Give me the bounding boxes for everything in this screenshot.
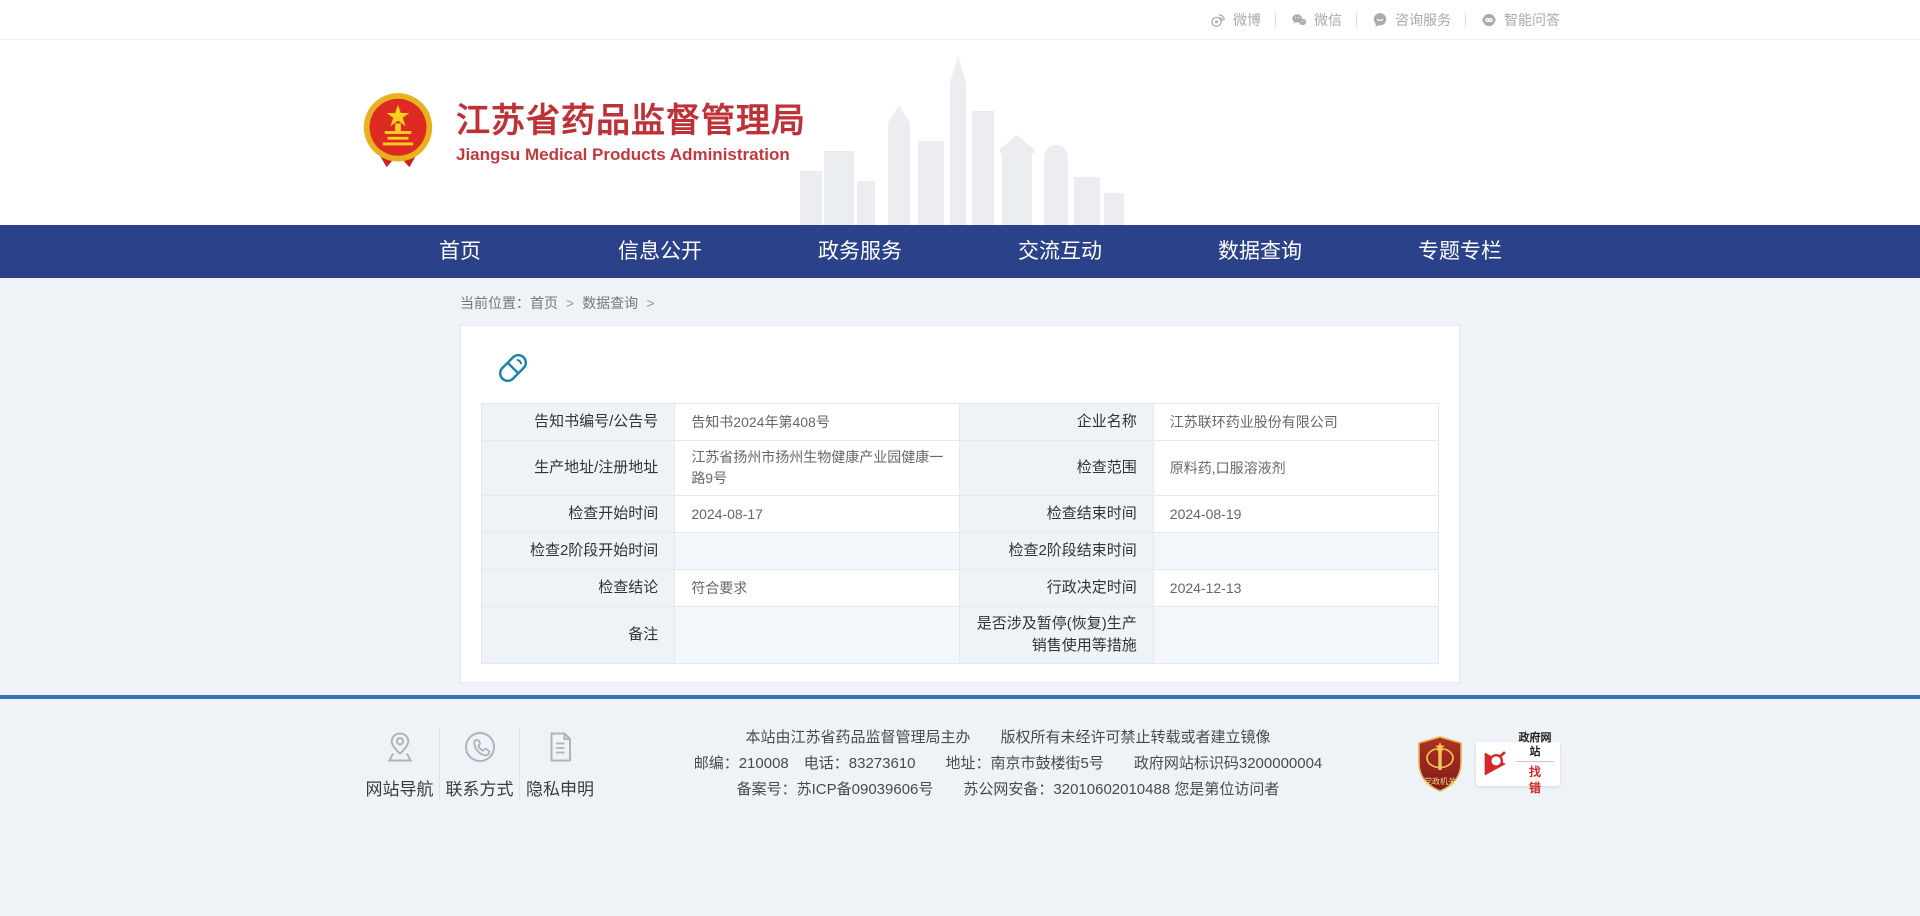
topbar-item-wechat[interactable]: 微信 (1290, 10, 1342, 30)
site-error-badge-top: 政府网站 (1516, 731, 1554, 762)
footer-info-line: 备案号：苏ICP备09039606号 苏公网安备：32010602010488 … (630, 777, 1386, 803)
table-row: 检查结论符合要求行政决定时间2024-12-13 (482, 570, 1439, 607)
magnifier-flag-icon (1482, 749, 1512, 779)
record-value: 江苏省扬州市扬州生物健康产业园健康一路9号 (675, 441, 960, 496)
record-value: 2024-12-13 (1153, 570, 1438, 607)
breadcrumb-prefix: 当前位置： (460, 295, 530, 311)
record-label: 是否涉及暂停(恢复)生产销售使用等措施 (960, 607, 1153, 664)
topbar-separator (1356, 13, 1357, 27)
footer-info-line: 邮编：210008 电话：83273610 地址：南京市鼓楼街5号 政府网站标识… (630, 751, 1386, 777)
topbar-item-label: 咨询服务 (1395, 10, 1451, 30)
record-value: 告知书2024年第408号 (675, 404, 960, 441)
site-error-report-badge[interactable]: 政府网站 找错 (1476, 742, 1560, 786)
nav-item-专题专栏[interactable]: 专题专栏 (1360, 225, 1560, 278)
main-content: 当前位置：首页 > 数据查询 > 告知书编号/公告号告知书2024年第408号企业名称… (0, 278, 1920, 683)
record-value: 江苏联环药业股份有限公司 (1153, 404, 1438, 441)
topbar-separator (1275, 13, 1276, 27)
table-row: 检查开始时间2024-08-17检查结束时间2024-08-19 (482, 496, 1439, 533)
topbar-item-robot[interactable]: 智能问答 (1480, 10, 1560, 30)
nav-item-政务服务[interactable]: 政务服务 (760, 225, 960, 278)
topbar-item-weibo[interactable]: 微博 (1209, 10, 1261, 30)
site-title: 江苏省药品监督管理局 (456, 100, 806, 143)
breadcrumb-wrap: 当前位置：首页 > 数据查询 > (460, 278, 1460, 325)
footer-link-map-pin[interactable]: 网站导航 (360, 727, 440, 800)
record-label: 检查2阶段开始时间 (482, 533, 675, 570)
record-value (675, 533, 960, 570)
record-label: 告知书编号/公告号 (482, 404, 675, 441)
footer: 网站导航联系方式隐私申明 本站由江苏省药品监督管理局主办 版权所有未经许可禁止转… (0, 699, 1920, 803)
footer-link-label: 隐私申明 (526, 775, 594, 800)
record-label: 检查结束时间 (960, 496, 1153, 533)
record-value (1153, 533, 1438, 570)
table-row: 检查2阶段开始时间 检查2阶段结束时间 (482, 533, 1439, 570)
nav-items: 首页信息公开政务服务交流互动数据查询专题专栏 (360, 225, 1560, 278)
record-value: 符合要求 (675, 570, 960, 607)
footer-inner: 网站导航联系方式隐私申明 本站由江苏省药品监督管理局主办 版权所有未经许可禁止转… (360, 725, 1560, 803)
record-value (1153, 607, 1438, 664)
table-row: 备注 是否涉及暂停(恢复)生产销售使用等措施 (482, 607, 1439, 664)
table-row: 告知书编号/公告号告知书2024年第408号企业名称江苏联环药业股份有限公司 (482, 404, 1439, 441)
site-error-badge-bottom: 找错 (1516, 764, 1554, 796)
topbar-item-chat-bubble[interactable]: 咨询服务 (1371, 10, 1451, 30)
topbar-item-label: 微博 (1233, 10, 1261, 30)
breadcrumb: 当前位置：首页 > 数据查询 > (460, 293, 1460, 313)
record-label: 生产地址/注册地址 (482, 441, 675, 496)
topbar-item-label: 微信 (1314, 10, 1342, 30)
breadcrumb-separator: > (566, 295, 574, 311)
chat-bubble-icon (1371, 11, 1389, 29)
footer-info-line: 本站由江苏省药品监督管理局主办 版权所有未经许可禁止转载或者建立镜像 (630, 725, 1386, 751)
nav-item-首页[interactable]: 首页 (360, 225, 560, 278)
city-skyline-watermark (800, 53, 1130, 225)
topbar-separator (1465, 13, 1466, 27)
record-label: 行政决定时间 (960, 570, 1153, 607)
footer-info: 本站由江苏省药品监督管理局主办 版权所有未经许可禁止转载或者建立镜像邮编：210… (600, 725, 1416, 803)
record-value: 原料药,口服溶液剂 (1153, 441, 1438, 496)
inspection-record-table: 告知书编号/公告号告知书2024年第408号企业名称江苏联环药业股份有限公司生产… (481, 403, 1439, 664)
record-label: 检查开始时间 (482, 496, 675, 533)
site-header: 江苏省药品监督管理局 Jiangsu Medical Products Admi… (0, 40, 1920, 225)
nav-item-信息公开[interactable]: 信息公开 (560, 225, 760, 278)
record-label: 备注 (482, 607, 675, 664)
brand: 江苏省药品监督管理局 Jiangsu Medical Products Admi… (360, 91, 806, 175)
brand-text: 江苏省药品监督管理局 Jiangsu Medical Products Admi… (456, 100, 806, 166)
wechat-icon (1290, 11, 1308, 29)
topbar: 微博 微信 咨询服务 智能问答 (0, 0, 1920, 40)
footer-link-document[interactable]: 隐私申明 (520, 727, 600, 800)
footer-link-label: 联系方式 (446, 775, 514, 800)
page: 微博微信咨询服务智能问答 江苏省药品监督管理局 Jiangsu (0, 0, 1920, 803)
footer-link-phone[interactable]: 联系方式 (440, 727, 520, 800)
national-emblem-logo (360, 91, 436, 175)
breadcrumb-link-数据查询[interactable]: 数据查询 (582, 295, 638, 311)
site-error-badge-text: 政府网站 找错 (1516, 731, 1554, 796)
record-label: 检查范围 (960, 441, 1153, 496)
topbar-links: 微博 微信 咨询服务 智能问答 (360, 0, 1560, 39)
pill-icon (493, 348, 533, 388)
record-label: 企业名称 (960, 404, 1153, 441)
map-pin-icon (380, 727, 420, 767)
table-row: 生产地址/注册地址江苏省扬州市扬州生物健康产业园健康一路9号检查范围原料药,口服… (482, 441, 1439, 496)
record-label: 检查2阶段结束时间 (960, 533, 1153, 570)
header-inner: 江苏省药品监督管理局 Jiangsu Medical Products Admi… (360, 40, 1560, 225)
breadcrumb-separator: > (646, 295, 654, 311)
topbar-item-label: 智能问答 (1504, 10, 1560, 30)
record-value: 2024-08-17 (675, 496, 960, 533)
record-label: 检查结论 (482, 570, 675, 607)
weibo-icon (1209, 11, 1227, 29)
nav-item-数据查询[interactable]: 数据查询 (1160, 225, 1360, 278)
footer-link-label: 网站导航 (366, 775, 434, 800)
record-card: 告知书编号/公告号告知书2024年第408号企业名称江苏联环药业股份有限公司生产… (460, 325, 1460, 683)
robot-icon (1480, 11, 1498, 29)
footer-links: 网站导航联系方式隐私申明 (360, 727, 600, 800)
document-icon (540, 727, 580, 767)
party-government-badge[interactable]: 党政机关 (1416, 736, 1464, 792)
main-nav: 首页信息公开政务服务交流互动数据查询专题专栏 (0, 225, 1920, 278)
site-subtitle: Jiangsu Medical Products Administration (456, 145, 806, 165)
nav-item-交流互动[interactable]: 交流互动 (960, 225, 1160, 278)
breadcrumb-link-首页[interactable]: 首页 (530, 295, 558, 311)
shield-badge-label: 党政机关 (1424, 776, 1456, 786)
phone-icon (460, 727, 500, 767)
record-value (675, 607, 960, 664)
record-value: 2024-08-19 (1153, 496, 1438, 533)
footer-badges: 党政机关 政府网站 找错 (1416, 736, 1560, 792)
